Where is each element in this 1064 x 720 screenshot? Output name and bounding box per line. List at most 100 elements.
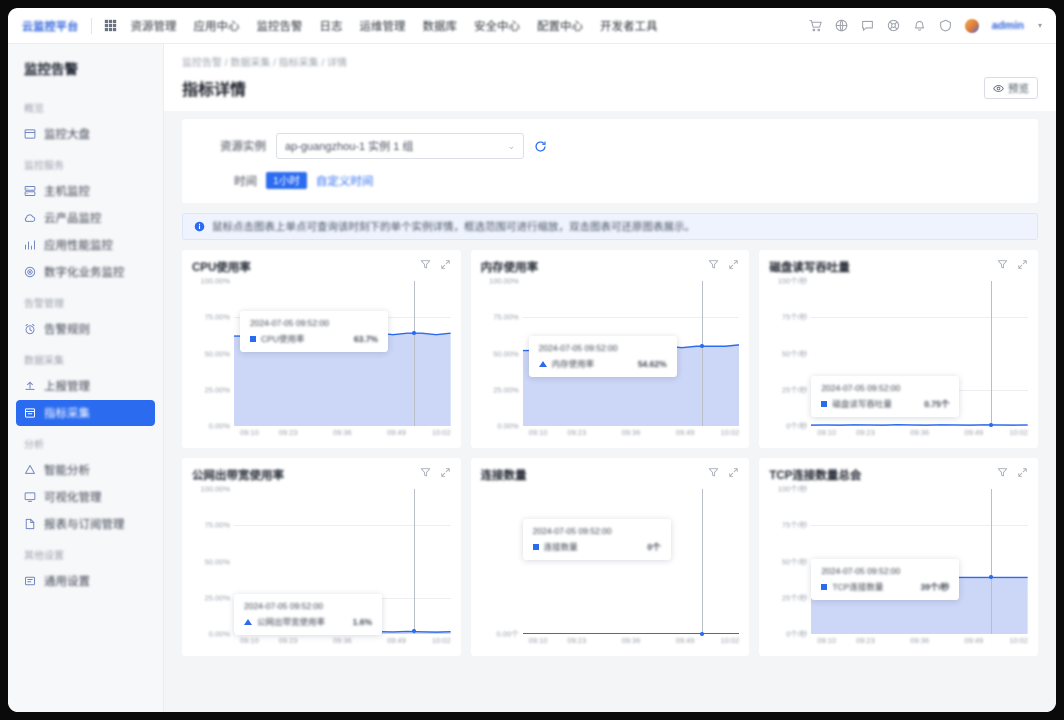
nav-item-6[interactable]: 安全中心 <box>474 18 520 34</box>
filter-icon[interactable] <box>997 259 1008 270</box>
preview-button-label: 预览 <box>1008 82 1029 95</box>
filter-icon[interactable] <box>708 467 719 478</box>
y-axis-tick: 50.00% <box>493 349 519 358</box>
sidebar-group-label: 概览 <box>24 104 44 115</box>
nav-item-4[interactable]: 运维管理 <box>360 18 406 34</box>
nav-item-1[interactable]: 应用中心 <box>194 18 240 34</box>
y-axis-tick: 50.00% <box>204 557 230 566</box>
sidebar-item-通用设置[interactable]: 通用设置 <box>16 568 155 594</box>
series-marker-icon <box>532 544 539 550</box>
sidebar-item-指标采集[interactable]: 指标采集 <box>16 400 155 426</box>
breadcrumb[interactable]: 监控告警 / 数据采集 / 指标采集 / 详情 <box>182 54 1038 69</box>
y-axis: 100.00% 75.00% 50.00% 25.00% 0.00% <box>481 277 521 431</box>
support-icon[interactable] <box>887 19 900 32</box>
nav-item-5[interactable]: 数据库 <box>423 18 458 34</box>
nav-right-actions: admin ▾ <box>808 18 1042 33</box>
time-range-tag[interactable]: 1小时 <box>266 172 307 189</box>
preview-button[interactable]: 预览 <box>984 77 1038 99</box>
filter-icon[interactable] <box>708 259 719 270</box>
message-icon[interactable] <box>861 19 874 32</box>
chevron-down-icon[interactable]: ▾ <box>1038 21 1042 30</box>
y-axis-tick: 100.00% <box>200 484 230 494</box>
sidebar-item-label: 指标采集 <box>44 408 90 420</box>
sidebar-item-告警规则[interactable]: 告警规则 <box>16 316 155 342</box>
chart-plot[interactable]: 100个/秒 75个/秒 50个/秒 25个/秒 0个/秒 09:10 09:23 09:36… <box>769 485 1028 650</box>
chart-title: 磁盘读写吞吐量 <box>769 262 850 274</box>
tooltip-series-value: 39个/秒 <box>920 582 950 592</box>
brand-logo[interactable]: 云监控平台 <box>22 18 91 34</box>
expand-icon[interactable] <box>1017 259 1028 270</box>
top-navigation-bar: 云监控平台 资源管理 应用中心 监控告警 日志 运维管理 数据库 安全中心 配置中心 开发者工具… <box>8 8 1056 44</box>
chart-plot[interactable]: 0.00个 09:10 09:23 09:36 09:49 10:02 2024-07-05… <box>481 489 740 650</box>
sidebar-item-应用性能监控[interactable]: 应用性能监控 <box>16 232 155 258</box>
shopping-cart-icon[interactable] <box>808 19 822 32</box>
expand-icon[interactable] <box>440 259 451 270</box>
chart-tooltip: 2024-07-05 09:52:00 磁盘读写吞吐量 0.75个 <box>811 376 960 417</box>
expand-icon[interactable] <box>728 259 739 270</box>
bell-icon[interactable] <box>913 19 926 32</box>
page-header: 监控告警 / 数据采集 / 指标采集 / 详情 指标详情 预览 <box>164 44 1056 111</box>
x-axis-tick: 09:23 <box>856 428 875 437</box>
expand-icon[interactable] <box>728 467 739 478</box>
tooltip-series-value: 1.6% <box>352 617 372 627</box>
chart-plot[interactable]: 100.00% 75.00% 50.00% 25.00% 0.00% 09:10 09:23… <box>481 277 740 442</box>
expand-icon[interactable] <box>1017 467 1028 478</box>
target-icon <box>24 266 36 278</box>
x-axis-tick: 09:10 <box>817 428 837 437</box>
sidebar-item-报表与订阅管理[interactable]: 报表与订阅管理 <box>16 511 155 537</box>
globe-icon[interactable] <box>835 19 848 32</box>
x-axis: 09:10 09:23 09:36 09:49 10:02 <box>234 636 451 650</box>
sidebar-item-label: 报表与订阅管理 <box>44 519 125 531</box>
nav-item-2[interactable]: 监控告警 <box>257 18 303 34</box>
x-axis-tick: 09:49 <box>964 636 984 645</box>
nav-item-8[interactable]: 开发者工具 <box>600 18 658 34</box>
sidebar-item-label: 智能分析 <box>44 465 90 477</box>
chart-tooltip: 2024-07-05 09:52:00 公网出带宽使用率 1.6% <box>234 594 382 635</box>
instance-select[interactable]: ap-guangzhou-1 实例 1 组 ⌄ <box>276 133 524 159</box>
chart-header: 连接数量 <box>481 467 740 483</box>
chart-plot[interactable]: 100.00% 75.00% 50.00% 25.00% 0.00% 09:10 09:23… <box>192 485 451 650</box>
series-marker-icon <box>250 336 256 342</box>
expand-icon[interactable] <box>440 467 451 478</box>
chart-plot[interactable]: 100.00% 75.00% 50.00% 25.00% 0.00% 09:10 09:23… <box>192 277 451 442</box>
y-axis-tick: 100个/秒 <box>777 276 808 286</box>
y-axis-tick: 50个/秒 <box>781 349 808 358</box>
x-axis-tick: 09:10 <box>528 428 548 437</box>
sidebar-item-可视化管理[interactable]: 可视化管理 <box>16 484 155 510</box>
x-axis-tick: 09:23 <box>856 636 875 645</box>
chart-series <box>523 489 740 634</box>
sidebar-item-label: 可视化管理 <box>44 492 102 504</box>
username-label[interactable]: admin <box>992 20 1024 32</box>
server-icon <box>24 185 36 197</box>
instance-field-label: 资源实例 <box>220 141 266 153</box>
sidebar-item-智能分析[interactable]: 智能分析 <box>16 457 155 483</box>
grid-menu-icon[interactable] <box>104 19 117 32</box>
sidebar-item-上报管理[interactable]: 上报管理 <box>16 373 155 399</box>
x-axis-tick: 09:36 <box>910 636 930 645</box>
tooltip-timestamp: 2024-07-05 09:52:00 <box>821 383 901 393</box>
filter-icon[interactable] <box>997 467 1008 478</box>
chart-header: 内存使用率 <box>481 259 740 275</box>
x-axis-tick: 09:23 <box>278 428 298 437</box>
custom-time-link[interactable]: 自定义时间 <box>316 173 374 189</box>
tooltip-timestamp: 2024-07-05 09:52:00 <box>250 318 329 328</box>
nav-divider <box>90 17 92 34</box>
hover-cursor-line <box>413 281 415 426</box>
chart-tooltip: 2024-07-05 09:52:00 连接数量 0个 <box>522 519 671 560</box>
user-avatar[interactable] <box>964 18 979 33</box>
nav-item-7[interactable]: 配置中心 <box>537 18 583 34</box>
filter-icon[interactable] <box>420 259 431 270</box>
sidebar-item-监控大盘[interactable]: 监控大盘 <box>16 121 155 147</box>
sidebar-item-云产品监控[interactable]: 云产品监控 <box>16 205 155 231</box>
y-axis: 0.00个 <box>481 489 521 639</box>
sidebar-item-主机监控[interactable]: 主机监控 <box>16 178 155 204</box>
nav-item-0[interactable]: 资源管理 <box>131 18 177 34</box>
refresh-icon[interactable] <box>534 140 547 153</box>
sidebar-item-label: 通用设置 <box>44 576 90 588</box>
filter-icon[interactable] <box>420 467 431 478</box>
sidebar-item-数字化业务监控[interactable]: 数字化业务监控 <box>16 259 155 285</box>
nav-item-3[interactable]: 日志 <box>320 18 343 34</box>
help-icon[interactable] <box>939 19 952 32</box>
chart-plot[interactable]: 100个/秒 75个/秒 50个/秒 25个/秒 0个/秒 09:10 09:23 09:36… <box>769 277 1028 442</box>
hover-cursor-line <box>991 489 993 634</box>
